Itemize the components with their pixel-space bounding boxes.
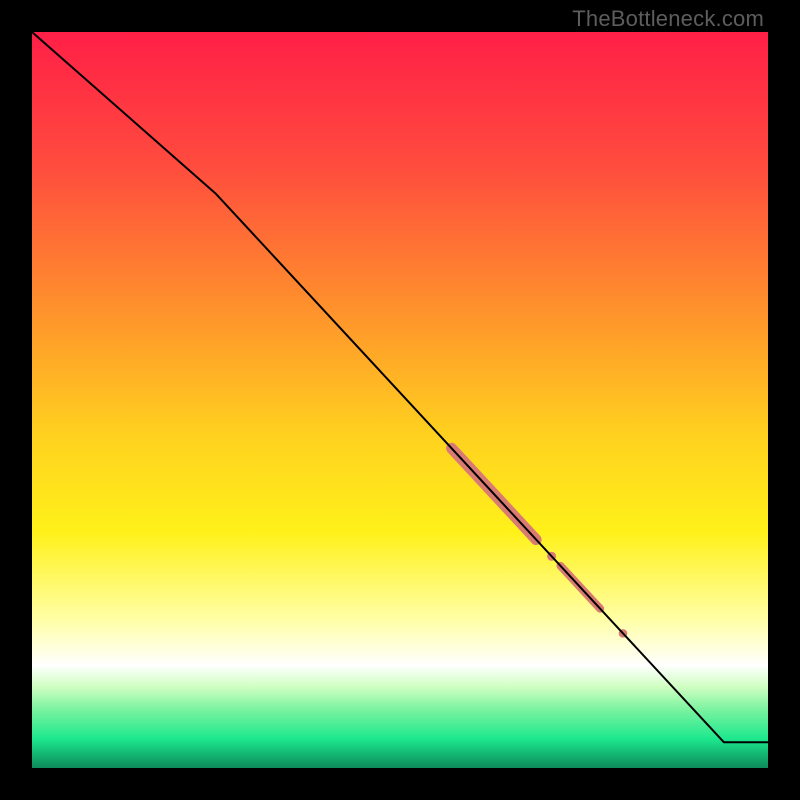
watermark-label: TheBottleneck.com: [572, 6, 764, 32]
chart-svg: [32, 32, 768, 768]
chart-frame: TheBottleneck.com: [0, 0, 800, 800]
gradient-rect: [32, 32, 768, 768]
plot-area: [32, 32, 768, 768]
